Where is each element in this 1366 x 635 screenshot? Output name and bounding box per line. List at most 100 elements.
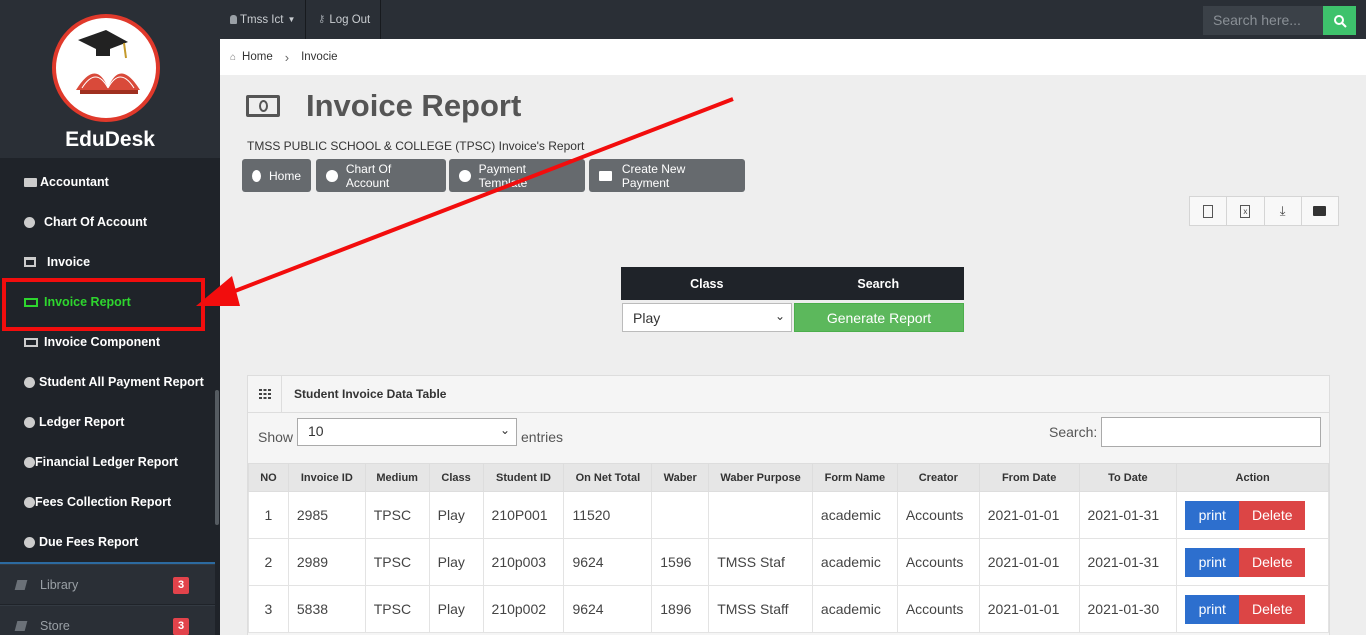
sidebar-item-financial-ledger-report[interactable]: Financial Ledger Report (0, 442, 215, 482)
top-bar: Tmss Ict ▼ ⚷ Log Out Search here... (220, 0, 1366, 39)
sidebar-item-fees-collection-report[interactable]: Fees Collection Report (0, 482, 215, 522)
print-button[interactable]: print (1185, 500, 1240, 530)
logout-link[interactable]: ⚷ Log Out (308, 0, 382, 39)
sidebar-item-label: Invoice Component (44, 335, 160, 349)
table-header-row: NO Invoice ID Medium Class Student ID On… (248, 463, 1329, 492)
column-header[interactable]: Waber Purpose (708, 463, 813, 492)
cell-action: print Delete (1176, 491, 1329, 539)
payment-template-button[interactable]: Payment Template (449, 159, 585, 192)
key-icon: ⚷ (318, 14, 326, 25)
table-row: 1 2985 TPSC Play 210P001 11520 academic … (248, 491, 1329, 539)
print-button[interactable]: print (1185, 547, 1240, 577)
sidebar-item-chart-of-account[interactable]: Chart Of Account (0, 202, 215, 242)
column-header[interactable]: Form Name (811, 463, 898, 492)
caret-down-icon: ▼ (287, 15, 296, 24)
cell-student-id: 210P001 (482, 491, 565, 539)
table-search-input[interactable] (1101, 417, 1321, 447)
money-icon (246, 95, 280, 117)
column-header[interactable]: Class (428, 463, 484, 492)
circle-icon (24, 416, 35, 428)
user-name: Tmss Ict (240, 13, 284, 26)
search-header: Search (857, 276, 900, 291)
cell-invoice-id: 2989 (287, 538, 366, 586)
money-icon (24, 337, 38, 347)
print-button[interactable] (1302, 197, 1338, 225)
sidebar-item-due-fees-report[interactable]: Due Fees Report (0, 522, 215, 562)
sidebar-section-library[interactable]: Library 3 (0, 564, 215, 604)
cell-no: 3 (248, 585, 289, 633)
column-header[interactable]: Creator (896, 463, 980, 492)
user-menu[interactable]: Tmss Ict ▼ (220, 0, 307, 39)
generate-report-button[interactable]: Generate Report (794, 303, 964, 332)
breadcrumb-home[interactable]: Home (242, 51, 273, 63)
column-header[interactable]: Medium (364, 463, 430, 492)
home-button[interactable]: Home (242, 159, 311, 192)
entries-label: entries (521, 429, 564, 445)
export-pdf-button[interactable] (1190, 197, 1228, 225)
grid-icon (248, 375, 282, 413)
cell-form-name: academic (811, 491, 898, 539)
printer-icon (1313, 206, 1327, 216)
cell-waber: 1596 (651, 538, 710, 586)
cell-from-date: 2021-01-01 (978, 538, 1080, 586)
table-search-label: Search: (1049, 424, 1098, 440)
entries-select-value: 10 (308, 423, 324, 439)
cell-net-total: 9624 (563, 585, 653, 633)
cell-class: Play (428, 585, 484, 633)
column-header[interactable]: Waber (651, 463, 710, 492)
sidebar-item-invoice[interactable]: Invoice (0, 242, 215, 282)
delete-button[interactable]: Delete (1239, 594, 1306, 624)
chevron-down-icon: ⌄ (499, 423, 510, 437)
column-header[interactable]: Invoice ID (287, 463, 366, 492)
column-header[interactable]: From Date (978, 463, 1080, 492)
column-header[interactable]: Student ID (482, 463, 565, 492)
create-new-payment-button[interactable]: Create New Payment (589, 159, 745, 192)
table-row: 2 2989 TPSC Play 210p003 9624 1596 TMSS … (248, 538, 1329, 586)
button-label: Home (268, 168, 301, 183)
cell-invoice-id: 5838 (287, 585, 366, 633)
cell-creator: Accounts (896, 491, 980, 539)
download-button[interactable]: ⤓ (1265, 197, 1302, 225)
column-header[interactable]: NO (248, 463, 289, 492)
list-icon (599, 170, 612, 181)
brand-name: EduDesk (65, 128, 155, 151)
breadcrumb: ⌂ Home › Invocie (220, 39, 1366, 75)
circle-icon (24, 496, 35, 508)
sidebar-scrollbar[interactable] (215, 390, 219, 525)
delete-button[interactable]: Delete (1239, 547, 1306, 577)
book-icon (14, 620, 28, 631)
column-header[interactable]: Action (1176, 463, 1329, 492)
search-input[interactable]: Search here... (1203, 6, 1323, 35)
column-header[interactable]: On Net Total (563, 463, 653, 492)
column-header[interactable]: To Date (1078, 463, 1178, 492)
cell-net-total: 9624 (563, 538, 653, 586)
page-subtitle: TMSS PUBLIC SCHOOL & COLLEGE (TPSC) Invo… (247, 139, 585, 153)
sidebar-item-ledger-report[interactable]: Ledger Report (0, 402, 215, 442)
count-badge: 3 (173, 618, 189, 635)
school-logo[interactable] (52, 14, 160, 122)
brand-area: EduDesk (0, 0, 220, 158)
book-icon (14, 579, 28, 590)
delete-button[interactable]: Delete (1239, 500, 1306, 530)
table-row: 3 5838 TPSC Play 210p002 9624 1896 TMSS … (248, 585, 1329, 633)
class-select[interactable]: Play ⌄ (622, 303, 792, 332)
cell-medium: TPSC (364, 585, 430, 633)
sidebar-section-store[interactable]: Store 3 (0, 605, 215, 635)
cell-to-date: 2021-01-31 (1078, 491, 1178, 539)
sidebar-item-label: Fees Collection Report (35, 495, 172, 509)
cell-form-name: academic (811, 538, 898, 586)
print-button[interactable]: print (1185, 594, 1240, 624)
panel-header: Student Invoice Data Table (248, 375, 1329, 413)
sidebar-item-label: Ledger Report (39, 415, 125, 429)
chart-of-account-button[interactable]: Chart Of Account (316, 159, 446, 192)
entries-select[interactable]: 10 ⌄ (297, 418, 517, 446)
export-excel-button[interactable]: x (1227, 197, 1265, 225)
search-button[interactable] (1323, 6, 1356, 35)
sidebar-item-accountant[interactable]: Accountant (0, 162, 215, 202)
home-icon: ⌂ (230, 51, 237, 63)
class-select-value: Play (633, 310, 661, 326)
cell-waber-purpose: TMSS Staf (708, 538, 813, 586)
count-badge: 3 (173, 577, 189, 594)
plus-circle-icon (459, 169, 471, 182)
sidebar-item-student-all-payment-report[interactable]: Student All Payment Report (0, 362, 215, 402)
